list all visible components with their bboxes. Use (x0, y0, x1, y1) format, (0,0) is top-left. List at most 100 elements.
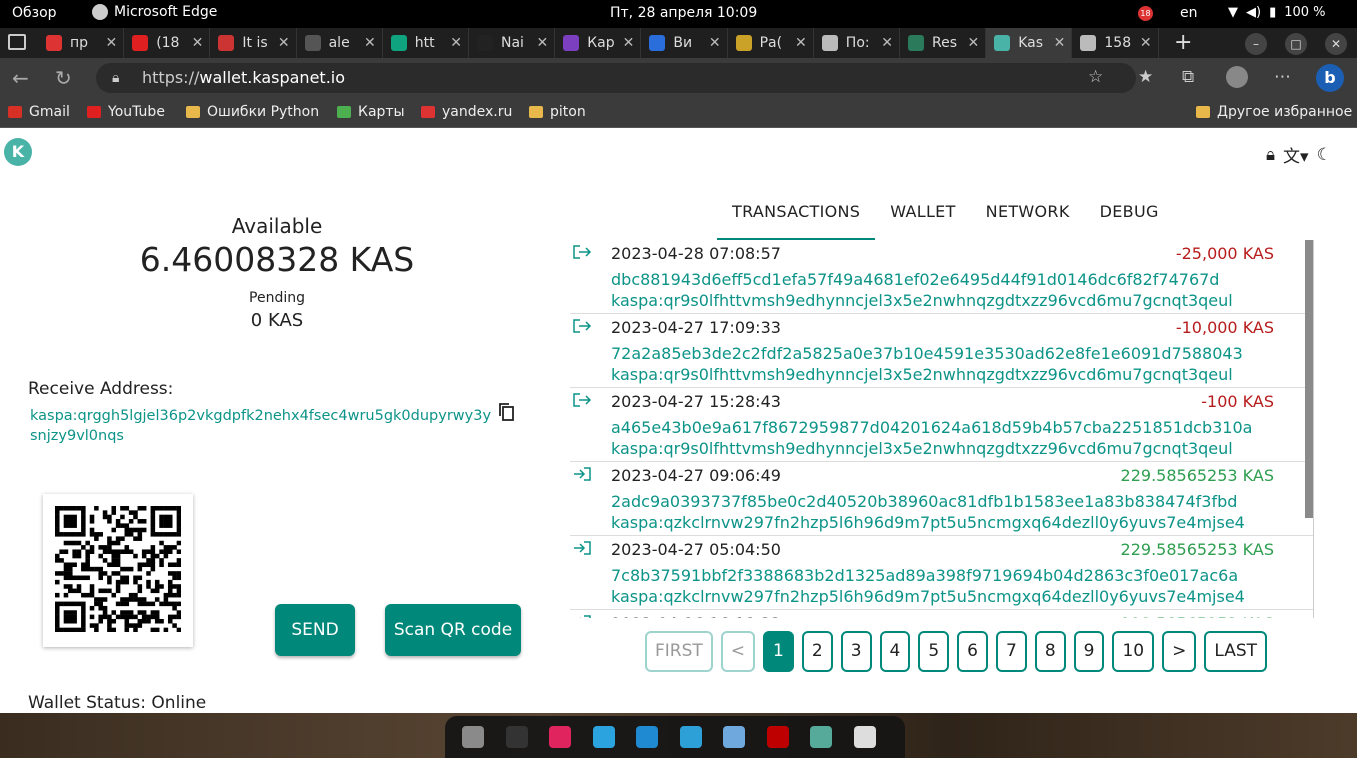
new-tab-button[interactable]: + (1174, 30, 1192, 55)
workspaces-icon[interactable] (8, 34, 26, 50)
close-tab-icon[interactable]: ✕ (450, 35, 462, 51)
transaction-address[interactable]: kaspa:qr9s0lfhttvmsh9edhynncjel3x5e2nwhn… (611, 291, 1233, 310)
transaction-address[interactable]: kaspa:qr9s0lfhttvmsh9edhynncjel3x5e2nwhn… (611, 365, 1233, 384)
filezilla-icon[interactable] (766, 726, 789, 748)
last-page-button[interactable]: LAST (1204, 631, 1268, 672)
send-button[interactable]: SEND (275, 604, 355, 656)
refresh-icon[interactable]: ↻ (55, 66, 72, 90)
bing-icon[interactable]: b (1316, 64, 1344, 92)
lock-wallet-icon[interactable]: 🔒︎ (1266, 145, 1275, 165)
more-menu-icon[interactable]: ⋯ (1274, 67, 1291, 87)
close-tab-icon[interactable]: ✕ (967, 35, 979, 51)
transaction-row[interactable]: 2023-04-27 05:04:50 229.58565253 KAS 7c8b3… (570, 536, 1313, 610)
dark-mode-icon[interactable]: ☾ (1317, 145, 1332, 165)
transaction-address[interactable]: kaspa:qzkclrnvw297fn2hzp5l6h96d9m7pt5u5n… (611, 587, 1245, 606)
transaction-hash[interactable]: a465e43b0e9a617f8672959877d04201624a618d… (611, 418, 1252, 437)
keyboard-layout[interactable]: en (1180, 5, 1198, 21)
close-tab-icon[interactable]: ✕ (536, 35, 548, 51)
notification-badge[interactable]: 18 (1138, 6, 1153, 21)
page-number-button[interactable]: 9 (1073, 631, 1105, 672)
receive-address[interactable]: kaspa:qrggh5lgjel36p2vkgdpfk2nehx4fsec4w… (30, 406, 492, 446)
browser-tab[interactable]: Res ✕ (900, 28, 987, 58)
edge-icon[interactable] (679, 726, 702, 748)
browser-tab[interactable]: Кар ✕ (555, 28, 642, 58)
url-bar[interactable]: 🔒︎ https://wallet.kaspanet.io (96, 63, 1136, 93)
recycle-icon[interactable] (810, 726, 832, 748)
favorites-icon[interactable]: ★ (1138, 67, 1153, 87)
transactions-list[interactable]: 2023-04-28 07:08:57 -25,000 KAS dbc881943d… (570, 240, 1314, 618)
browser-tab[interactable]: Kas ✕ (986, 28, 1073, 58)
transaction-hash[interactable]: dbc881943d6eff5cd1efa57f49a4681ef02e6495… (611, 270, 1219, 289)
collections-icon[interactable]: ⧉ (1182, 67, 1194, 87)
browser-tab[interactable]: пр ✕ (38, 28, 125, 58)
other-bookmarks[interactable]: Другое избранное (1196, 104, 1352, 120)
page-number-button[interactable]: 8 (1034, 631, 1066, 672)
close-tab-icon[interactable]: ✕ (623, 35, 635, 51)
tab-network[interactable]: NETWORK (971, 198, 1085, 240)
page-number-button[interactable]: 5 (918, 631, 950, 672)
transaction-row[interactable]: 2023-04-27 15:28:43 -100 KAS a465e43b0e9a6… (570, 388, 1313, 462)
browser-tab[interactable]: Nai ✕ (469, 28, 556, 58)
first-page-button[interactable]: FIRST (645, 631, 713, 672)
tab-wallet[interactable]: WALLET (875, 198, 970, 240)
close-tab-icon[interactable]: ✕ (278, 35, 290, 51)
browser-tab[interactable]: (18 ✕ (124, 28, 211, 58)
page-number-button[interactable]: 2 (801, 631, 833, 672)
terminal-icon[interactable] (505, 726, 528, 748)
bookmark-item[interactable]: Карты (337, 104, 405, 120)
transaction-hash[interactable]: 72a2a85eb3de2c2fdf2a5825a0e37b10e4591e35… (611, 344, 1243, 363)
browser-tab[interactable]: htt ✕ (383, 28, 469, 58)
transaction-row[interactable]: 2023-04-28 07:08:57 -25,000 KAS dbc881943d… (570, 240, 1313, 314)
page-number-button[interactable]: 3 (840, 631, 872, 672)
transaction-address[interactable]: kaspa:qr9s0lfhttvmsh9edhynncjel3x5e2nwhn… (611, 439, 1233, 458)
page-number-button[interactable]: 7 (996, 631, 1027, 672)
close-tab-icon[interactable]: ✕ (795, 35, 807, 51)
page-number-button[interactable]: 6 (957, 631, 988, 672)
next-page-button[interactable]: > (1162, 631, 1197, 672)
system-tray[interactable]: ▼ ◀) ▮ 100 % (1228, 5, 1326, 20)
close-tab-icon[interactable]: ✕ (192, 35, 204, 51)
close-tab-icon[interactable]: ✕ (105, 35, 117, 51)
back-icon[interactable]: ← (12, 66, 29, 90)
browser-tab[interactable]: 158 ✕ (1072, 28, 1159, 58)
close-tab-icon[interactable]: ✕ (364, 35, 376, 51)
maximize-icon[interactable]: □ (1285, 33, 1307, 55)
close-tab-icon[interactable]: ✕ (881, 35, 893, 51)
page-number-button[interactable]: 10 (1112, 631, 1155, 672)
activities-button[interactable]: Обзор (12, 5, 57, 21)
prev-page-button[interactable]: < (720, 631, 756, 672)
close-tab-icon[interactable]: ✕ (1054, 35, 1066, 51)
close-tab-icon[interactable]: ✕ (1140, 35, 1152, 51)
browser-tab[interactable]: Ра(✕ (728, 28, 814, 58)
minimize-icon[interactable]: – (1245, 33, 1267, 55)
tab-transactions[interactable]: TRANSACTIONS (717, 198, 876, 240)
vscode-icon[interactable] (636, 726, 658, 748)
editor-icon[interactable] (723, 726, 745, 748)
app-grid-icon[interactable] (853, 726, 876, 748)
clock[interactable]: Пт, 28 апреля 10:09 (610, 5, 757, 21)
copy-icon[interactable] (497, 402, 517, 422)
bookmark-item[interactable]: yandex.ru (421, 104, 512, 120)
tab-debug[interactable]: DEBUG (1085, 198, 1174, 240)
browser-tab[interactable]: ale ✕ (297, 28, 383, 58)
transaction-row[interactable]: 2023-04-26 16:18:33 229.58565253 KAS (570, 610, 1313, 618)
transaction-hash[interactable]: 2adc9a0393737f85be0c2d40520b38960ac81dfb… (611, 492, 1237, 511)
bookmark-item[interactable]: Ошибки Python (186, 104, 319, 120)
files-icon[interactable] (462, 726, 484, 748)
notes-icon[interactable] (549, 726, 571, 748)
browser-tab[interactable]: По: ✕ (814, 28, 900, 58)
bookmark-item[interactable]: piton (529, 104, 586, 120)
close-window-icon[interactable]: ✕ (1325, 33, 1347, 55)
telegram-icon[interactable] (592, 726, 615, 748)
transaction-hash[interactable]: 7c8b37591bbf2f3388683b2d1325ad89a398f971… (611, 566, 1238, 585)
bookmark-item[interactable]: YouTube (87, 104, 165, 120)
browser-tab[interactable]: It is ✕ (210, 28, 297, 58)
kaspa-logo[interactable]: K (4, 138, 32, 166)
scrollbar[interactable] (1305, 240, 1313, 518)
close-tab-icon[interactable]: ✕ (709, 35, 721, 51)
scan-qr-button[interactable]: Scan QR code (385, 604, 521, 656)
transaction-address[interactable]: kaspa:qzkclrnvw297fn2hzp5l6h96d9m7pt5u5n… (611, 513, 1245, 532)
page-number-button[interactable]: 4 (879, 631, 911, 672)
bookmark-item[interactable]: Gmail (8, 104, 70, 120)
language-icon[interactable]: 文▾ (1283, 142, 1309, 167)
